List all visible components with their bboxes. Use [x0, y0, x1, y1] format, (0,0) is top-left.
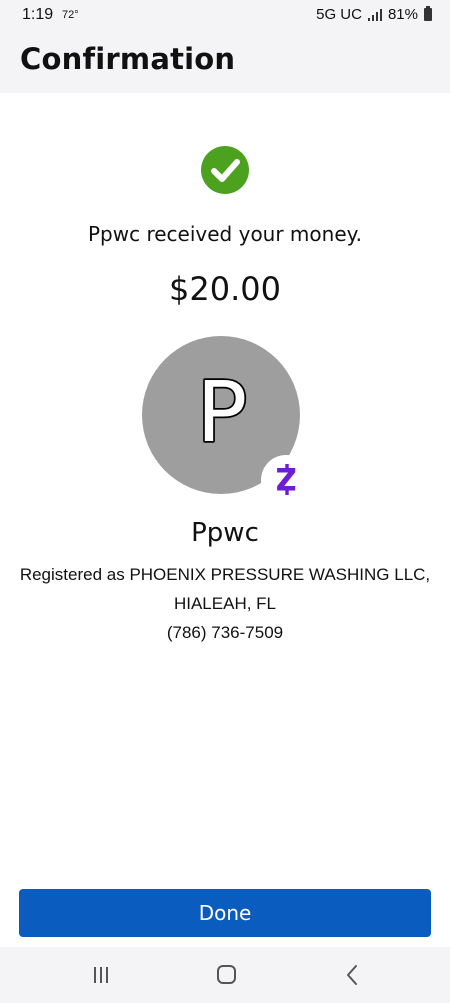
avatar-letter: P [197, 363, 248, 461]
registered-business: Registered as PHOENIX PRESSURE WASHING L… [19, 565, 431, 584]
home-icon[interactable] [217, 965, 236, 984]
status-bar: 1:19 72° 5G UC 81% [0, 0, 450, 32]
recipient-phone: (786) 736-7509 [166, 623, 284, 642]
zelle-badge [261, 455, 311, 505]
header: Confirmation [0, 32, 450, 93]
navigation-bar [0, 947, 450, 1003]
status-time: 1:19 [22, 6, 54, 23]
done-button[interactable]: Done [19, 889, 431, 937]
signal-icon [367, 8, 382, 21]
page-title: Confirmation [20, 42, 236, 76]
recents-icon[interactable] [92, 967, 110, 983]
zelle-logo-icon [277, 464, 296, 495]
confirmation-message: Ppwc received your money. [88, 222, 362, 246]
network-type: 5G UC [316, 6, 362, 23]
status-temperature: 72° [62, 9, 79, 21]
battery-percent: 81% [387, 6, 418, 23]
status-indicators: 5G UC 81% [316, 6, 432, 23]
back-icon[interactable] [345, 964, 359, 986]
battery-icon [424, 6, 432, 21]
check-circle-icon [201, 146, 249, 194]
payment-amount: $20.00 [169, 270, 281, 308]
recipient-location: HIALEAH, FL [173, 594, 277, 613]
recipient-name: Ppwc [191, 518, 259, 548]
